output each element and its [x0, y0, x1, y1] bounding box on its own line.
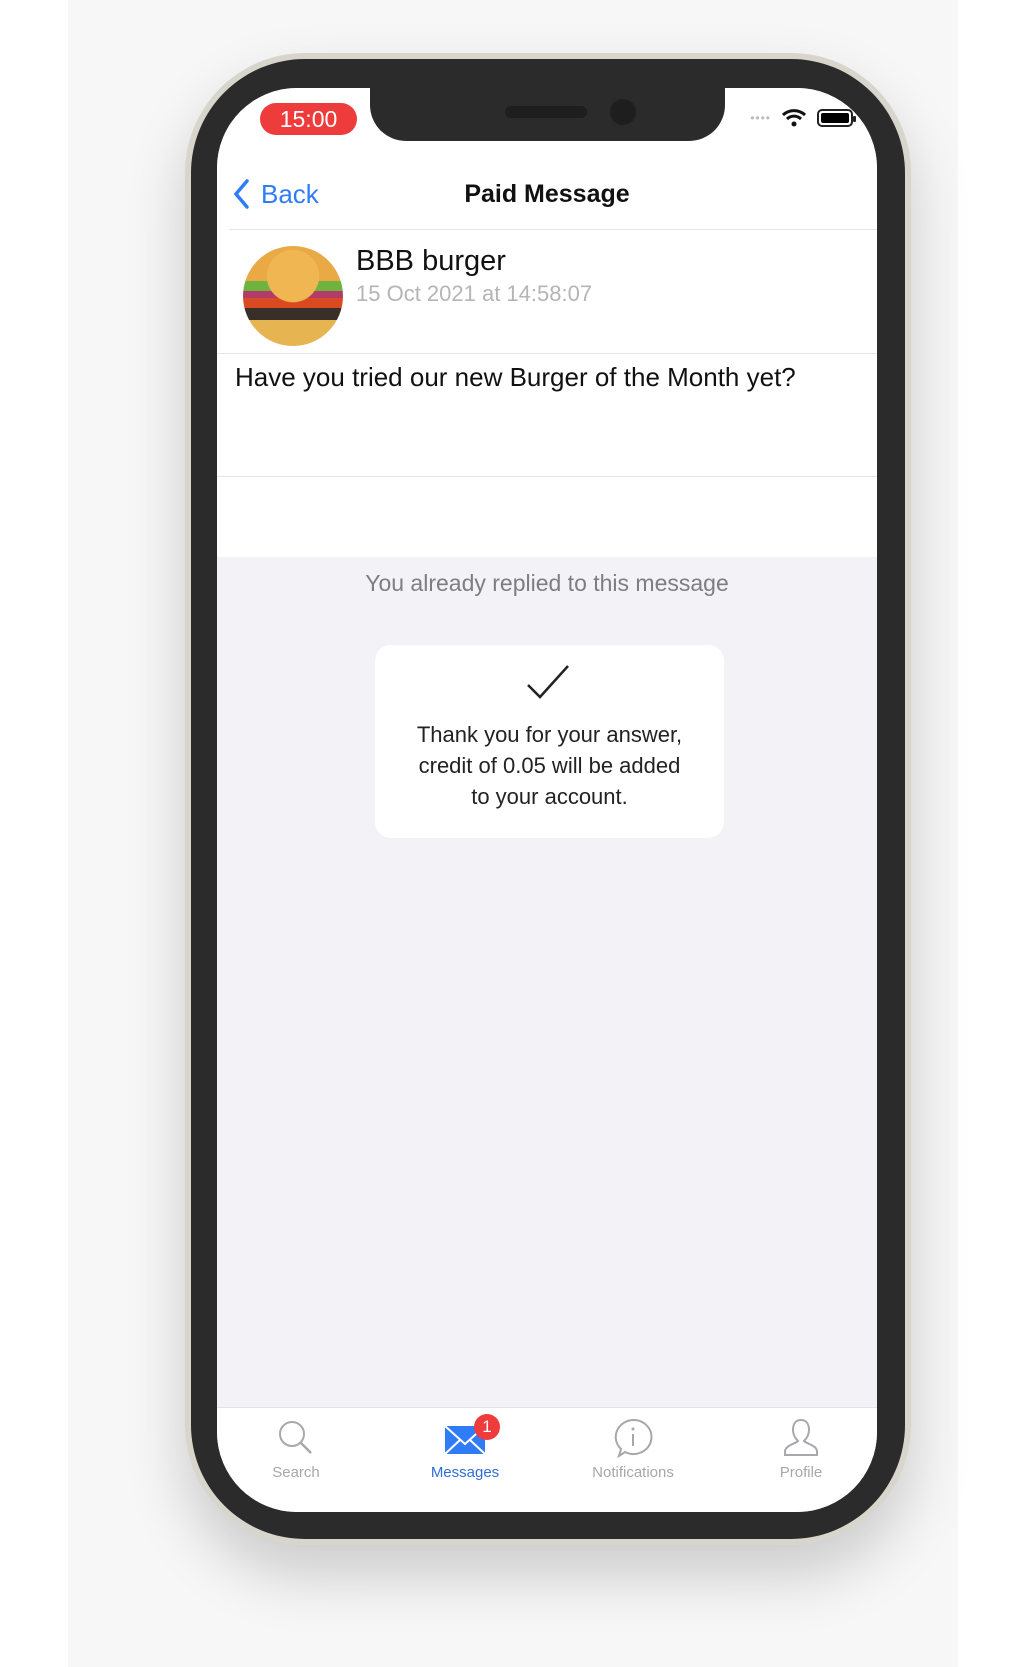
wifi-icon: [781, 109, 807, 127]
divider: [229, 229, 877, 230]
confirmation-line: Thank you for your answer,: [416, 722, 683, 747]
phone-screen: 15:00 •••• Paid Message Back BBB burger …: [217, 88, 877, 1512]
tab-search[interactable]: Search: [226, 1418, 366, 1481]
sender-name: BBB burger: [356, 245, 506, 277]
replied-status: You already replied to this message: [365, 570, 729, 596]
battery-icon: [817, 109, 856, 127]
divider: [217, 353, 877, 354]
nav-bar: Paid Message Back: [217, 174, 877, 230]
status-icons: ••••: [750, 108, 856, 128]
message-timestamp: 15 Oct 2021 at 14:58:07: [356, 281, 593, 306]
tab-messages[interactable]: 1 Messages: [395, 1414, 535, 1481]
tab-label: Notifications: [592, 1464, 674, 1481]
tab-bar: Search 1 Messages Notifications Profile: [217, 1407, 877, 1512]
back-button[interactable]: Back: [233, 174, 319, 214]
chevron-left-icon: [233, 179, 249, 209]
tab-label: Profile: [779, 1464, 823, 1481]
unread-badge: 1: [474, 1414, 500, 1440]
info-bubble-icon: [614, 1418, 653, 1458]
avatar: [243, 246, 343, 346]
message-text: Have you tried our new Burger of the Mon…: [235, 362, 796, 392]
tab-label: Search: [272, 1464, 320, 1481]
tab-notifications[interactable]: Notifications: [563, 1418, 703, 1481]
confirmation-line: to your account.: [471, 784, 628, 809]
status-time: 15:00: [260, 103, 357, 135]
confirmation-card: Thank you for your answer, credit of 0.0…: [375, 645, 724, 838]
confirmation-line: credit of 0.05 will be added: [418, 753, 681, 778]
person-icon: [784, 1418, 818, 1456]
notch: [370, 88, 725, 141]
search-icon: [279, 1421, 312, 1454]
tab-label: Messages: [430, 1464, 500, 1481]
back-label: Back: [261, 178, 319, 209]
tab-profile[interactable]: Profile: [731, 1418, 871, 1481]
cellular-dots-icon: ••••: [750, 111, 771, 125]
divider: [217, 476, 877, 477]
checkmark-icon: [527, 665, 569, 699]
